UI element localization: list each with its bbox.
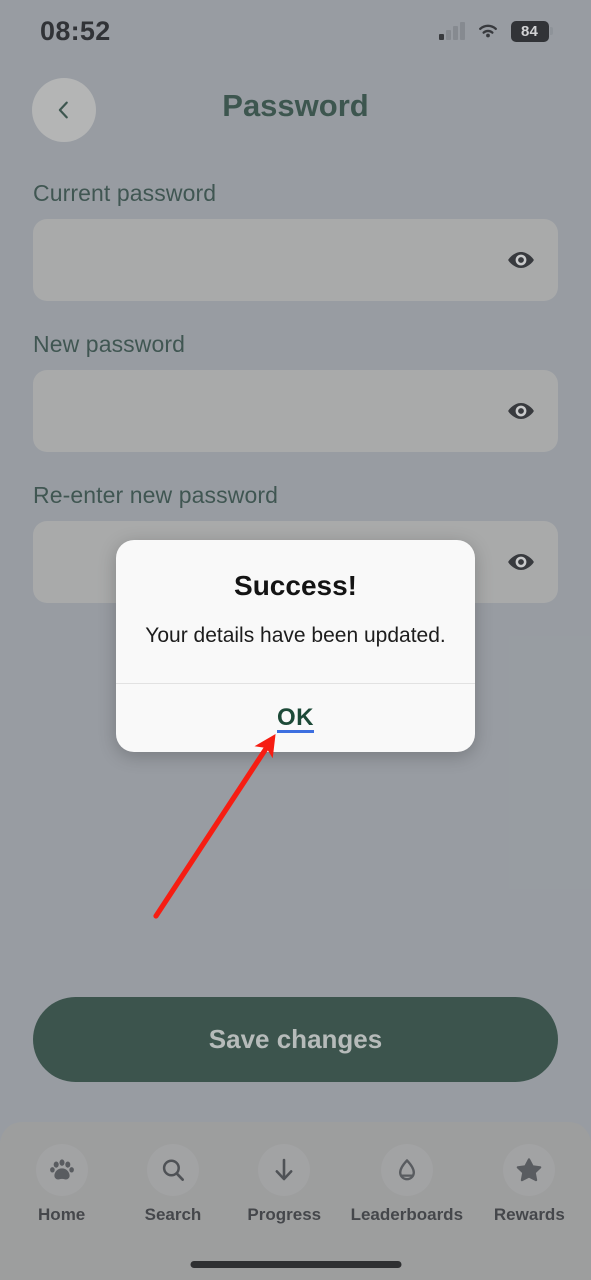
- success-dialog: Success! Your details have been updated.…: [116, 540, 475, 753]
- dialog-message: Your details have been updated.: [145, 624, 446, 647]
- dialog-actions: OK: [116, 684, 475, 752]
- dialog-ok-button[interactable]: OK: [271, 703, 320, 733]
- phone-screen: 08:52 84 Password Current password New p…: [0, 0, 591, 1280]
- dialog-body: Success! Your details have been updated.: [116, 540, 475, 683]
- dialog-title: Success!: [234, 570, 357, 601]
